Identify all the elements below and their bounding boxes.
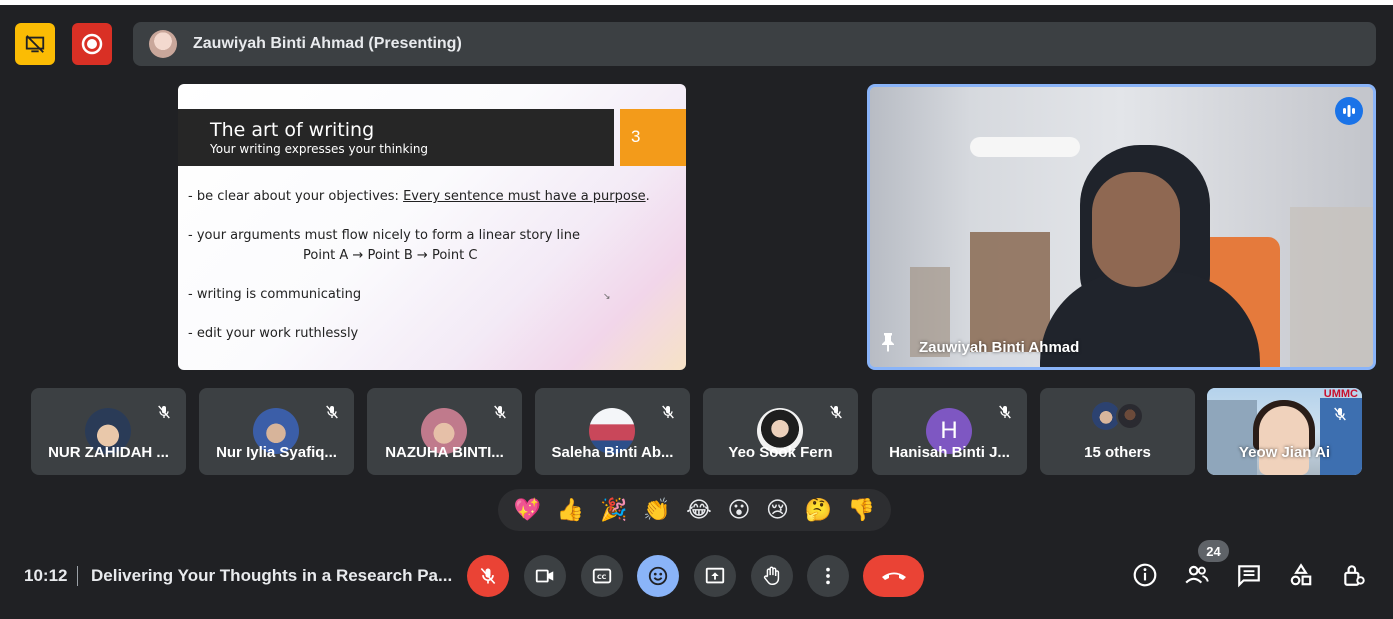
participant-tile[interactable]: NUR ZAHIDAH ... — [31, 388, 186, 475]
ummc-logo: UMMC — [1323, 388, 1358, 400]
slide-number: 3 — [620, 109, 686, 166]
participant-name: NUR ZAHIDAH ... — [48, 444, 169, 461]
presenting-label: Zauwiyah Binti Ahmad (Presenting) — [193, 35, 462, 52]
mic-off-icon — [480, 567, 496, 585]
activities-icon — [1290, 563, 1312, 586]
leave-call-button[interactable] — [863, 555, 924, 597]
others-count: 15 others — [1084, 444, 1151, 461]
reaction-clapping[interactable]: 👏 — [643, 499, 670, 521]
reaction-sparkling-heart[interactable]: 💖 — [514, 499, 541, 521]
end-call-icon — [881, 572, 906, 580]
participant-tile[interactable]: Saleha Binti Ab... — [535, 388, 690, 475]
avatar — [1116, 402, 1144, 430]
participant-tile[interactable]: Yeo Sook Fern — [703, 388, 858, 475]
mouse-cursor-icon: ↘ — [603, 291, 611, 301]
camera-icon — [535, 569, 554, 583]
send-reaction-button[interactable] — [637, 555, 679, 597]
present-now-button[interactable] — [694, 555, 736, 597]
mic-off-icon — [156, 404, 172, 425]
presenting-bar[interactable]: Zauwiyah Binti Ahmad (Presenting) — [133, 22, 1376, 66]
raise-hand-button[interactable] — [751, 555, 793, 597]
host-controls-button[interactable] — [1339, 560, 1369, 590]
camera-toggle-button[interactable] — [524, 555, 566, 597]
chat-button[interactable] — [1234, 560, 1264, 590]
participant-count-badge: 24 — [1198, 540, 1229, 562]
presenter-avatar — [149, 30, 177, 58]
reaction-thinking[interactable]: 🤔 — [805, 499, 832, 521]
slide-points: Point A → Point B → Point C — [303, 247, 478, 263]
mic-off-icon — [660, 404, 676, 425]
mic-off-icon — [997, 404, 1013, 425]
emoji-icon — [648, 566, 668, 586]
participant-name: NAZUHA BINTI... — [385, 444, 504, 461]
speaking-indicator-icon — [1335, 97, 1363, 125]
activities-button[interactable] — [1286, 560, 1316, 590]
speaker-name: Zauwiyah Binti Ahmad — [919, 339, 1080, 356]
captions-icon: CC — [592, 568, 612, 584]
reactions-bar: 💖 👍 🎉 👏 😂 😮 😢 🤔 👎 — [498, 489, 891, 531]
participant-name: Hanisah Binti J... — [889, 444, 1010, 461]
svg-text:CC: CC — [597, 573, 607, 581]
participant-name: Yeo Sook Fern — [728, 444, 833, 461]
participant-tile[interactable]: H Hanisah Binti J... — [872, 388, 1027, 475]
people-icon — [1185, 565, 1209, 584]
speaker-video-tile[interactable]: Zauwiyah Binti Ahmad — [867, 84, 1376, 370]
present-screen-icon — [705, 567, 725, 584]
more-options-icon — [826, 567, 830, 585]
shared-presentation: The art of writing Your writing expresse… — [178, 84, 686, 370]
meeting-clock: 10:12 — [24, 566, 68, 585]
record-icon — [81, 33, 103, 55]
participant-tile[interactable]: NAZUHA BINTI... — [367, 388, 522, 475]
reaction-tears-of-joy[interactable]: 😂 — [686, 499, 712, 521]
slide-subtitle: Your writing expresses your thinking — [210, 142, 429, 156]
reaction-crying[interactable]: 😢 — [766, 499, 789, 521]
reaction-thumbs-down[interactable]: 👎 — [848, 499, 875, 521]
slide-bullet: - writing is communicating — [188, 286, 362, 302]
mic-off-icon — [492, 404, 508, 425]
more-options-button[interactable] — [807, 555, 849, 597]
participant-name: Yeow Jian Ai — [1238, 444, 1331, 461]
meeting-title: Delivering Your Thoughts in a Research P… — [91, 566, 453, 585]
reaction-thumbs-up[interactable]: 👍 — [557, 499, 584, 521]
reaction-party-popper[interactable]: 🎉 — [600, 499, 627, 521]
host-controls-icon — [1344, 565, 1365, 586]
participant-tile[interactable]: Nur Iylia Syafiq... — [199, 388, 354, 475]
show-everyone-button[interactable] — [1182, 560, 1212, 590]
mic-toggle-button[interactable] — [467, 555, 509, 597]
slide-bullet: - edit your work ruthlessly — [188, 325, 359, 341]
presentation-off-button[interactable] — [15, 23, 55, 65]
reaction-surprised[interactable]: 😮 — [727, 499, 750, 521]
mic-off-icon — [828, 404, 844, 425]
pin-icon[interactable] — [880, 332, 896, 357]
chat-icon — [1238, 565, 1260, 588]
raise-hand-icon — [763, 566, 780, 585]
slide-title: The art of writing — [210, 119, 375, 141]
window-top-edge — [0, 0, 1393, 5]
recording-button[interactable] — [72, 23, 112, 65]
slide-body: - be clear about your objectives: Every … — [188, 189, 650, 345]
others-tile[interactable]: 15 others — [1040, 388, 1195, 475]
participant-name: Nur Iylia Syafiq... — [216, 444, 337, 461]
presentation-off-icon — [25, 35, 45, 53]
info-icon — [1133, 563, 1157, 587]
captions-button[interactable]: CC — [581, 555, 623, 597]
slide-bullet: - be clear about your objectives: Every … — [188, 189, 650, 204]
mic-off-icon — [1332, 406, 1348, 427]
participant-tile[interactable]: UMMC Yeow Jian Ai — [1207, 388, 1362, 475]
meeting-details-button[interactable] — [1130, 560, 1160, 590]
slide-header: The art of writing Your writing expresse… — [178, 109, 614, 166]
participant-name: Saleha Binti Ab... — [551, 444, 674, 461]
mic-off-icon — [324, 404, 340, 425]
divider — [77, 566, 78, 586]
slide-bullet: - your arguments must flow nicely to for… — [188, 228, 580, 243]
